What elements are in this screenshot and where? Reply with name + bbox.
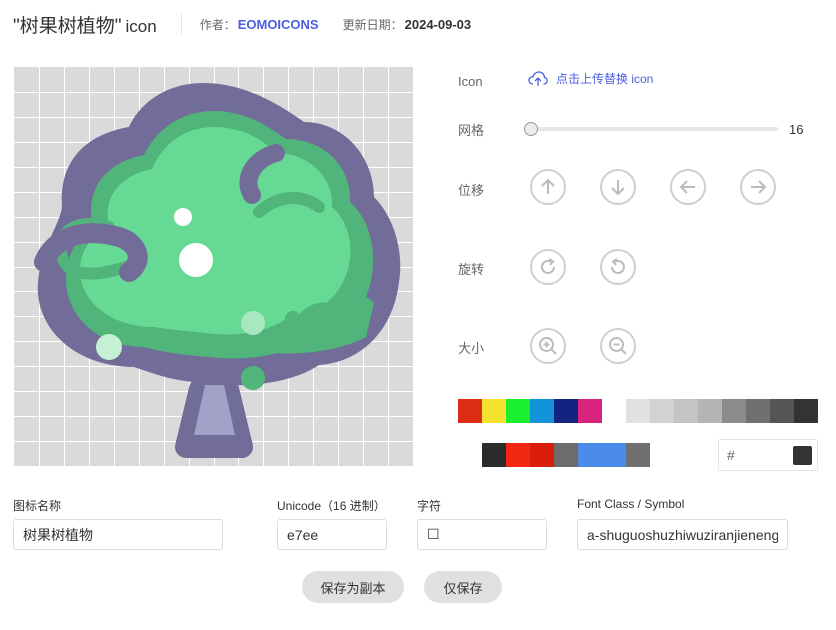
icon-label: Icon — [458, 74, 483, 89]
color-swatch[interactable] — [530, 399, 554, 423]
unicode-input[interactable] — [277, 519, 387, 550]
color-swatch[interactable] — [602, 443, 626, 467]
zoom-in-icon — [539, 337, 557, 355]
color-swatch[interactable] — [794, 399, 818, 423]
zoom-out-button[interactable] — [600, 328, 636, 364]
font-class-label: Font Class / Symbol — [577, 497, 685, 511]
size-label: 大小 — [458, 341, 485, 356]
color-swatch[interactable] — [722, 399, 746, 423]
update-date: 2024-09-03 — [404, 16, 472, 32]
zoom-out-icon — [609, 337, 627, 355]
page-title: "树果树植物" icon — [13, 15, 157, 37]
zoom-in-button[interactable] — [530, 328, 566, 364]
move-down-button[interactable] — [600, 169, 636, 205]
move-left-button[interactable] — [670, 169, 706, 205]
color-swatch[interactable] — [482, 443, 506, 467]
color-palette-recent — [482, 443, 650, 467]
grid-label: 网格 — [458, 123, 485, 138]
arrow-right-icon — [751, 180, 767, 194]
font-class-input[interactable] — [577, 519, 788, 550]
color-hex-input[interactable]: # — [718, 439, 818, 471]
rotate-left-icon — [611, 258, 625, 274]
grid-value: 16 — [789, 122, 804, 137]
grid-slider-thumb[interactable] — [524, 122, 538, 136]
name-label: 图标名称 — [13, 499, 62, 513]
arrow-down-icon — [611, 180, 625, 196]
char-label: 字符 — [417, 499, 442, 513]
title-suffix: icon — [125, 16, 157, 36]
rotate-right-icon — [541, 258, 555, 274]
color-swatch[interactable] — [554, 399, 578, 423]
author-link[interactable]: EOMOICONS — [238, 17, 319, 32]
color-swatch[interactable] — [674, 399, 698, 423]
color-swatch[interactable] — [578, 399, 602, 423]
rotate-label: 旋转 — [458, 262, 485, 277]
save-only-button[interactable]: 仅保存 — [424, 571, 502, 603]
cloud-upload-icon — [528, 70, 548, 86]
color-swatch[interactable] — [554, 443, 578, 467]
hash-symbol: # — [727, 447, 735, 463]
char-input[interactable] — [417, 519, 547, 550]
author-label: 作者： — [199, 17, 236, 32]
move-label: 位移 — [458, 183, 485, 198]
icon-name-input[interactable] — [13, 519, 223, 550]
tree-icon — [34, 83, 401, 458]
color-swatch[interactable] — [650, 399, 674, 423]
move-up-button[interactable] — [530, 169, 566, 205]
color-swatch[interactable] — [506, 443, 530, 467]
color-swatch[interactable] — [626, 443, 650, 467]
header-divider — [180, 14, 182, 34]
color-swatch[interactable] — [770, 399, 794, 423]
color-swatch[interactable] — [506, 399, 530, 423]
date-label: 更新日期： — [342, 17, 403, 32]
color-palette-grays — [626, 399, 818, 423]
unicode-label: Unicode（16 进制） — [277, 499, 386, 513]
icon-canvas — [14, 67, 413, 466]
upload-label: 点击上传替换 icon — [556, 72, 654, 86]
color-swatch[interactable] — [578, 443, 602, 467]
arrow-left-icon — [679, 180, 695, 194]
color-swatch[interactable] — [698, 399, 722, 423]
upload-icon-button[interactable]: 点击上传替换 icon — [528, 70, 653, 87]
color-swatch[interactable] — [530, 443, 554, 467]
move-right-button[interactable] — [740, 169, 776, 205]
arrow-up-icon — [541, 178, 555, 194]
current-color-preview — [793, 446, 812, 465]
rotate-counterclockwise-button[interactable] — [600, 249, 636, 285]
color-swatch[interactable] — [746, 399, 770, 423]
color-swatch[interactable] — [458, 399, 482, 423]
control-panel: Icon 点击上传替换 icon 网格 16 位移 旋转 大小 # — [458, 60, 828, 480]
color-swatch[interactable] — [482, 399, 506, 423]
grid-slider[interactable] — [524, 122, 778, 136]
rotate-clockwise-button[interactable] — [530, 249, 566, 285]
color-swatch[interactable] — [626, 399, 650, 423]
header: "树果树植物" icon 作者： EOMOICONS 更新日期： 2024-09-… — [13, 11, 471, 37]
color-palette-primary — [458, 399, 602, 423]
save-as-copy-button[interactable]: 保存为副本 — [302, 571, 404, 603]
meta-info: 作者： EOMOICONS 更新日期： 2024-09-03 — [200, 16, 471, 33]
